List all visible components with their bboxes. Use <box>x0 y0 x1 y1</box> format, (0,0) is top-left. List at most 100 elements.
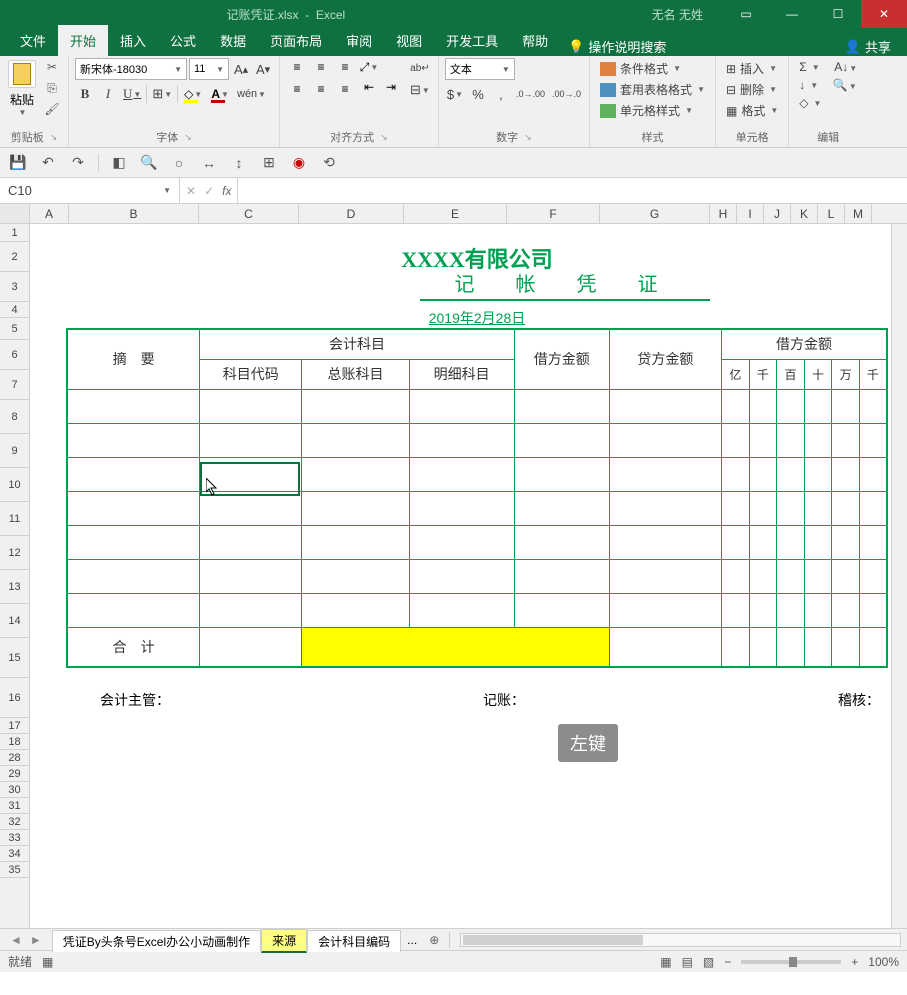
find-select-button[interactable]: 🔍▼ <box>833 78 857 92</box>
zoom-slider[interactable] <box>741 960 841 964</box>
decrease-decimal-button[interactable]: .00→.0 <box>550 84 583 104</box>
row-header[interactable]: 11 <box>0 502 29 536</box>
column-header[interactable]: E <box>404 204 507 223</box>
row-header[interactable]: 29 <box>0 766 29 782</box>
tab-review[interactable]: 审阅 <box>334 25 384 56</box>
row-header[interactable]: 3 <box>0 272 29 302</box>
font-name-select[interactable]: 新宋体-18030▼ <box>75 58 187 80</box>
column-header[interactable]: A <box>30 204 69 223</box>
row-header[interactable]: 33 <box>0 830 29 846</box>
cut-button[interactable]: ✂ <box>42 58 62 76</box>
row-header[interactable]: 35 <box>0 862 29 878</box>
align-right-button[interactable]: ≡ <box>334 80 356 98</box>
column-header[interactable]: K <box>791 204 818 223</box>
sheet-tab[interactable]: 会计科目编码 <box>307 930 401 952</box>
column-header[interactable]: B <box>69 204 199 223</box>
column-header[interactable]: J <box>764 204 791 223</box>
formula-input[interactable] <box>238 178 907 203</box>
save-button[interactable]: 💾 <box>8 153 28 173</box>
italic-button[interactable]: I <box>98 84 118 104</box>
align-left-button[interactable]: ≡ <box>286 80 308 98</box>
sheet-nav-next[interactable]: ► <box>30 933 42 947</box>
view-pagebreak-button[interactable]: ▧ <box>703 955 714 969</box>
clear-button[interactable]: ◇▼ <box>795 94 861 112</box>
conditional-format-button[interactable]: 条件格式▼ <box>596 58 709 79</box>
row-header[interactable]: 8 <box>0 400 29 434</box>
row-header[interactable]: 16 <box>0 678 29 718</box>
tab-developer[interactable]: 开发工具 <box>434 25 510 56</box>
dialog-launcher[interactable]: ↘ <box>50 132 58 143</box>
undo-button[interactable]: ↶ <box>38 153 58 173</box>
autosum-button[interactable]: Σ▼ A↓▼ <box>795 58 861 76</box>
enter-icon[interactable]: ✓ <box>204 184 214 198</box>
fill-color-button[interactable]: ◇▼ <box>181 84 205 104</box>
format-painter-button[interactable]: 🖌 <box>42 100 62 118</box>
decrease-indent-button[interactable]: ⇤ <box>358 78 380 96</box>
wrap-text-button[interactable]: ab↵ <box>408 58 432 78</box>
column-header[interactable]: L <box>818 204 845 223</box>
row-header[interactable]: 28 <box>0 750 29 766</box>
delete-cells-button[interactable]: ⊟删除▼ <box>722 79 782 100</box>
tab-help[interactable]: 帮助 <box>510 25 560 56</box>
qat-button[interactable]: ◉ <box>289 153 309 173</box>
tab-formulas[interactable]: 公式 <box>158 25 208 56</box>
qat-button[interactable]: ↕ <box>229 153 249 173</box>
phonetic-button[interactable]: wén▼ <box>235 84 268 104</box>
increase-font-button[interactable]: A▴ <box>231 59 251 79</box>
column-header[interactable]: C <box>199 204 299 223</box>
row-header[interactable]: 6 <box>0 340 29 370</box>
row-header[interactable]: 15 <box>0 638 29 678</box>
font-color-button[interactable]: A▼ <box>208 84 232 104</box>
column-header[interactable]: F <box>507 204 600 223</box>
align-top-button[interactable]: ≡ <box>286 58 308 76</box>
row-header[interactable]: 17 <box>0 718 29 734</box>
minimize-button[interactable]: — <box>769 0 815 28</box>
column-header[interactable]: G <box>600 204 710 223</box>
sheet-tab-active[interactable]: 来源 <box>261 929 307 953</box>
maximize-button[interactable]: ☐ <box>815 0 861 28</box>
cancel-icon[interactable]: ✕ <box>186 184 196 198</box>
number-format-select[interactable]: 文本▼ <box>445 58 515 80</box>
tab-insert[interactable]: 插入 <box>108 25 158 56</box>
decrease-font-button[interactable]: A▾ <box>253 59 273 79</box>
row-header[interactable]: 12 <box>0 536 29 570</box>
increase-decimal-button[interactable]: .0→.00 <box>514 84 547 104</box>
format-cells-button[interactable]: ▦格式▼ <box>722 100 782 121</box>
zoom-level[interactable]: 100% <box>868 955 899 969</box>
ribbon-display-button[interactable]: ▭ <box>723 0 769 28</box>
format-as-table-button[interactable]: 套用表格格式▼ <box>596 79 709 100</box>
share-button[interactable]: 👤 共享 <box>845 37 899 56</box>
qat-button[interactable]: 🔍 <box>139 153 159 173</box>
new-sheet-button[interactable]: ⊕ <box>423 933 445 947</box>
align-bottom-button[interactable]: ≡ <box>334 58 356 76</box>
sheet-nav-prev[interactable]: ◄ <box>10 933 22 947</box>
dialog-launcher[interactable]: ↘ <box>524 132 532 143</box>
column-header[interactable]: D <box>299 204 404 223</box>
view-normal-button[interactable]: ▦ <box>660 955 671 969</box>
align-center-button[interactable]: ≡ <box>310 80 332 98</box>
qat-button[interactable]: ⊞ <box>259 153 279 173</box>
tab-file[interactable]: 文件 <box>8 25 58 56</box>
cell-styles-button[interactable]: 单元格样式▼ <box>596 100 709 121</box>
font-size-select[interactable]: 11▼ <box>189 58 229 80</box>
close-button[interactable]: ✕ <box>861 0 907 28</box>
orientation-button[interactable]: ⤢▼ <box>358 58 380 76</box>
row-header[interactable]: 5 <box>0 318 29 340</box>
worksheet-grid[interactable]: XXXX有限公司 记 帐 凭 证 2019年2月28日 摘 要 会计科目 借方金… <box>30 224 891 928</box>
row-header[interactable]: 32 <box>0 814 29 830</box>
row-header[interactable]: 4 <box>0 302 29 318</box>
redo-button[interactable]: ↷ <box>68 153 88 173</box>
row-header[interactable]: 2 <box>0 242 29 272</box>
vertical-scrollbar[interactable] <box>891 224 907 928</box>
row-header[interactable]: 31 <box>0 798 29 814</box>
align-middle-button[interactable]: ≡ <box>310 58 332 76</box>
row-header[interactable]: 1 <box>0 224 29 242</box>
tab-data[interactable]: 数据 <box>208 25 258 56</box>
tab-view[interactable]: 视图 <box>384 25 434 56</box>
qat-button[interactable]: ○ <box>169 153 189 173</box>
row-header[interactable]: 9 <box>0 434 29 468</box>
select-all-button[interactable] <box>0 204 30 223</box>
bold-button[interactable]: B <box>75 84 95 104</box>
row-header[interactable]: 7 <box>0 370 29 400</box>
comma-button[interactable]: , <box>491 84 511 104</box>
